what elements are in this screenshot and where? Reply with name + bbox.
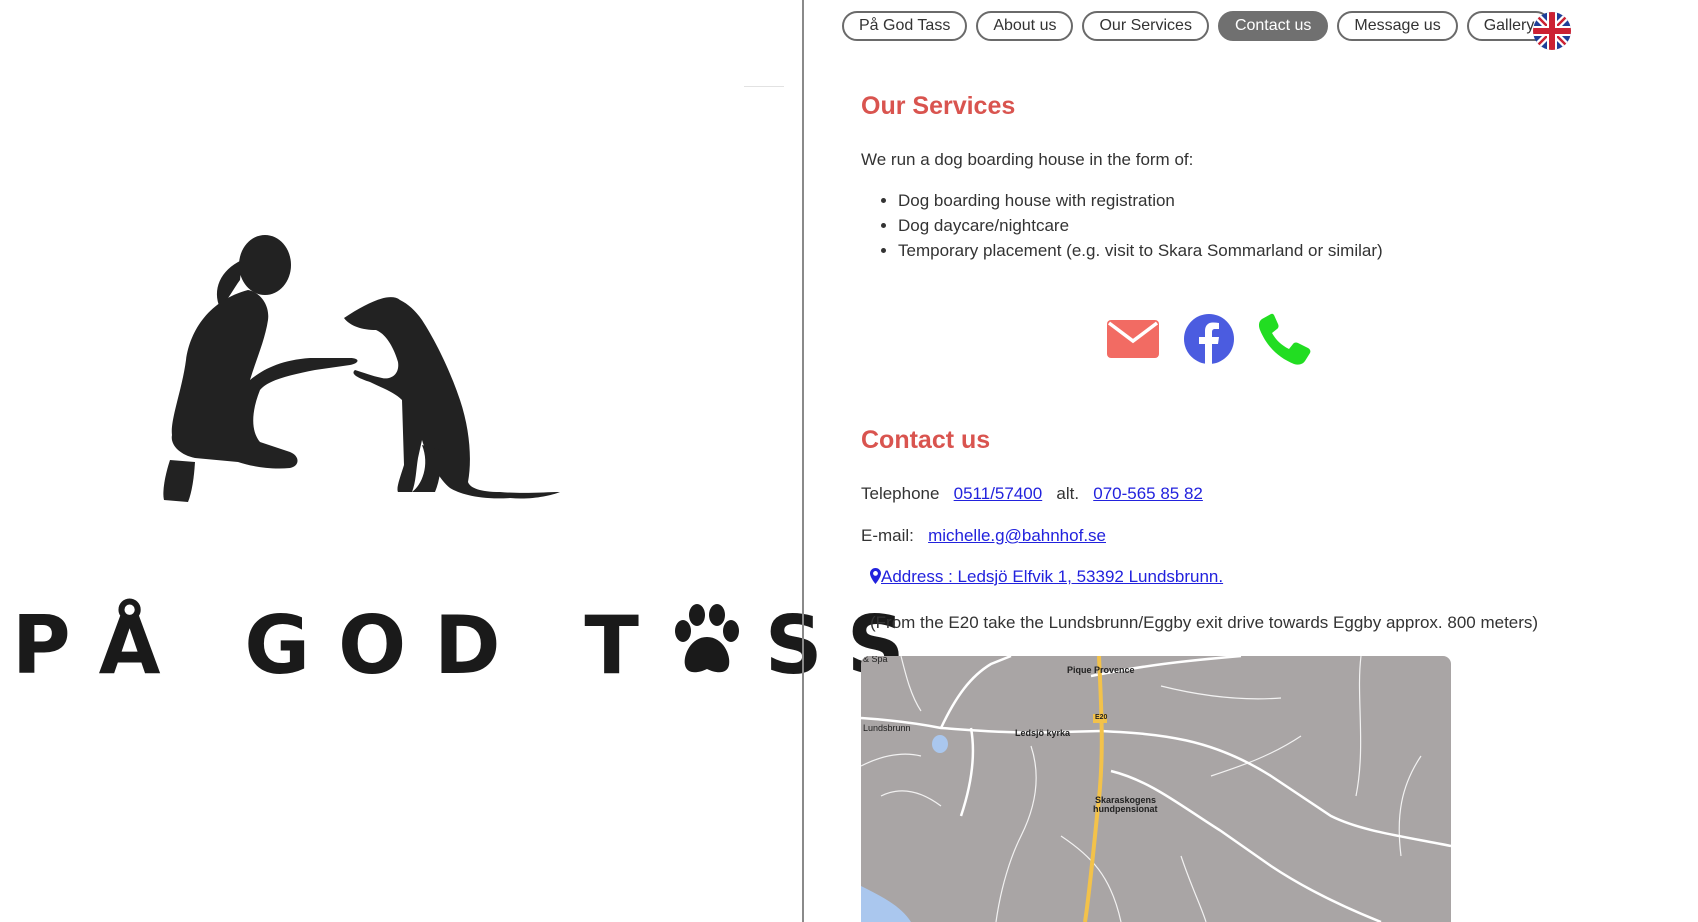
phone-icon[interactable] [1259,313,1311,365]
directions-text: (From the E20 take the Lundsbrunn/Eggby … [870,613,1539,632]
paw-icon [674,604,739,673]
phone-link-2[interactable]: 070-565 85 82 [1093,484,1203,503]
nav-item-contact[interactable]: Contact us [1217,11,1329,41]
map-label-pique: Pique Provence [1067,665,1135,675]
map-label-e20: E20 [1095,714,1108,721]
telephone-label: Telephone [861,484,940,503]
map-marker-icon[interactable] [870,568,881,584]
map-label-ledsjo: Ledsjö kyrka [1015,728,1071,738]
address-link[interactable]: Address : Ledsjö Elfvik 1, 53392 Lundsbr… [881,567,1223,586]
email-link[interactable]: michelle.g@bahnhof.se [928,526,1106,545]
map-label-spa: & Spa [863,656,888,664]
list-item: Dog boarding house with registration [898,188,1383,213]
services-intro: We run a dog boarding house in the form … [861,150,1194,169]
phone-link-1[interactable]: 0511/57400 [954,484,1043,503]
envelope-icon[interactable] [1107,313,1159,365]
site-logo-wordmark: PÅ GOD T SS [12,598,905,693]
social-links [1107,313,1311,365]
services-title: Our Services [861,92,1016,120]
logo-text-part1: PÅ GOD T [12,599,667,692]
alt-label: alt. [1056,484,1080,503]
list-item: Dog daycare/nightcare [898,213,1383,238]
nav-item-home[interactable]: På God Tass [842,11,968,41]
main-nav: På God Tass About us Our Services Contac… [842,11,1552,41]
embedded-map[interactable]: Pique Provence Lundsbrunn Ledsjö kyrka E… [861,656,1451,922]
nav-item-services[interactable]: Our Services [1082,11,1209,41]
contact-title: Contact us [861,426,991,454]
left-pane: PÅ GOD T SS [0,0,905,922]
left-rule [744,86,784,87]
email-label: E-mail: [861,526,914,545]
address-row: Address : Ledsjö Elfvik 1, 53392 Lundsbr… [870,567,1223,587]
nav-item-about[interactable]: About us [976,11,1074,41]
email-row: E-mail: michelle.g@bahnhof.se [861,526,1106,546]
nav-item-message[interactable]: Message us [1337,11,1458,41]
map-label-lundsbrunn: Lundsbrunn [863,723,911,733]
list-item: Temporary placement (e.g. visit to Skara… [898,238,1383,263]
telephone-row: Telephone 0511/57400 alt. 070-565 85 82 [861,484,1203,504]
uk-flag-icon[interactable] [1533,12,1571,50]
woman-and-dog-silhouette [163,235,560,502]
services-list: Dog boarding house with registration Dog… [861,188,1383,263]
facebook-icon[interactable] [1183,313,1235,365]
pane-divider [802,0,804,922]
map-label-hundpensionat: hundpensionat [1093,804,1158,814]
